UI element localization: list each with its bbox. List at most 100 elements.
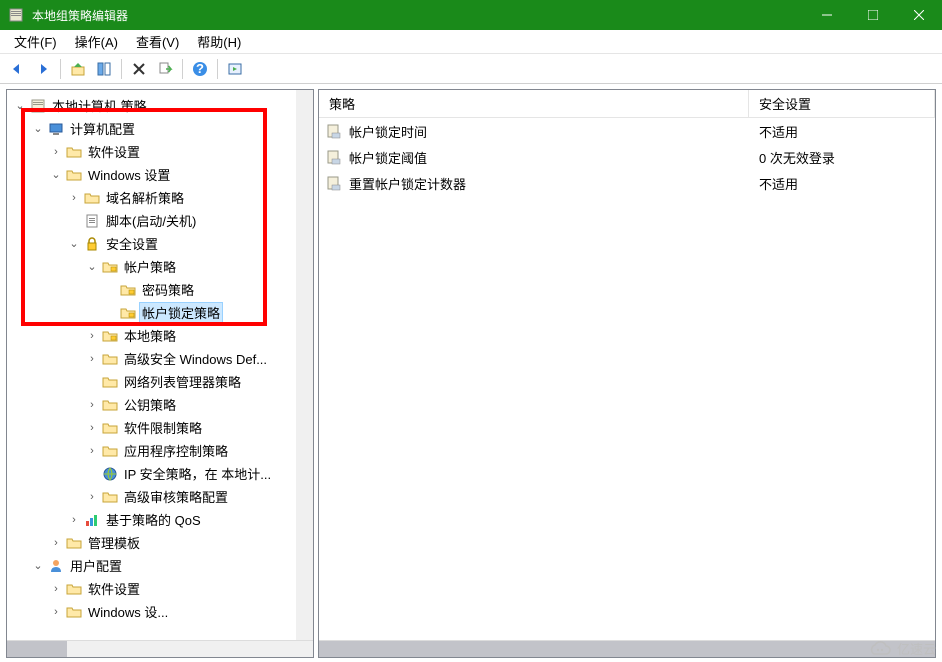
tree-public-key[interactable]: › 公钥策略 <box>7 393 313 416</box>
tree-scroll[interactable]: ⌄ 本地计算机 策略 ⌄ 计算机配置 › 软件设置 ⌄ <box>7 90 313 640</box>
menu-help[interactable]: 帮助(H) <box>189 30 249 53</box>
tree-adv-audit[interactable]: › 高级审核策略配置 <box>7 485 313 508</box>
expand-toggle[interactable]: › <box>83 353 101 365</box>
expand-toggle[interactable]: ⌄ <box>11 99 29 112</box>
tree-local-policy[interactable]: › 本地策略 <box>7 324 313 347</box>
tree-computer-config[interactable]: ⌄ 计算机配置 <box>7 117 313 140</box>
tree-network-list[interactable]: › 网络列表管理器策略 <box>7 370 313 393</box>
expand-toggle[interactable]: › <box>83 491 101 503</box>
column-header-setting[interactable]: 安全设置 <box>749 90 935 117</box>
expand-toggle[interactable]: › <box>47 537 65 549</box>
tree-user-config[interactable]: ⌄ 用户配置 <box>7 554 313 577</box>
detail-horizontal-scrollbar[interactable] <box>319 640 935 657</box>
tree-label: 帐户锁定策略 <box>139 302 223 323</box>
expand-toggle[interactable]: ⌄ <box>47 168 65 181</box>
expand-toggle[interactable]: ⌄ <box>29 559 47 572</box>
tree-label: 网络列表管理器策略 <box>121 371 244 392</box>
tree-windows-settings[interactable]: ⌄ Windows 设置 <box>7 163 313 186</box>
folder-icon <box>65 580 83 598</box>
tree-root-node[interactable]: ⌄ 本地计算机 策略 <box>7 94 313 117</box>
window-title: 本地组策略编辑器 <box>32 7 796 24</box>
lock-icon <box>83 235 101 253</box>
close-button[interactable] <box>896 0 942 30</box>
run-button[interactable] <box>224 58 246 80</box>
toolbar: ? <box>0 54 942 84</box>
title-bar: 本地组策略编辑器 <box>0 0 942 30</box>
expand-toggle[interactable]: › <box>47 606 65 618</box>
tree-account-policy[interactable]: ⌄ 帐户策略 <box>7 255 313 278</box>
tree-label: 安全设置 <box>103 233 161 254</box>
expand-toggle[interactable]: › <box>47 583 65 595</box>
expand-toggle[interactable]: ⌄ <box>65 237 83 250</box>
expand-toggle[interactable]: › <box>83 445 101 457</box>
show-hide-button[interactable] <box>93 58 115 80</box>
policy-item-icon <box>325 122 343 140</box>
window-controls <box>804 0 942 30</box>
tree-software-settings-u[interactable]: › 软件设置 <box>7 577 313 600</box>
tree-software-restriction[interactable]: › 软件限制策略 <box>7 416 313 439</box>
policy-name: 重置帐户锁定计数器 <box>349 174 466 193</box>
tree-horizontal-scrollbar[interactable] <box>7 640 313 657</box>
tree-label: 高级审核策略配置 <box>121 486 231 507</box>
menu-bar: 文件(F) 操作(A) 查看(V) 帮助(H) <box>0 30 942 54</box>
tree-pane: ⌄ 本地计算机 策略 ⌄ 计算机配置 › 软件设置 ⌄ <box>6 89 314 658</box>
tree-label: 密码策略 <box>139 279 197 300</box>
detail-header: 策略 安全设置 <box>319 90 935 118</box>
back-button[interactable] <box>6 58 28 80</box>
expand-toggle[interactable]: › <box>65 514 83 526</box>
expand-toggle[interactable]: › <box>83 330 101 342</box>
folder-lock-icon <box>101 258 119 276</box>
expand-toggle[interactable]: › <box>83 422 101 434</box>
policy-row[interactable]: 帐户锁定时间 不适用 <box>319 118 935 144</box>
expand-toggle[interactable]: › <box>83 399 101 411</box>
folder-icon <box>65 166 83 184</box>
tree-label: 脚本(启动/关机) <box>103 210 199 231</box>
policy-name: 帐户锁定时间 <box>349 122 427 141</box>
delete-button[interactable] <box>128 58 150 80</box>
forward-button[interactable] <box>32 58 54 80</box>
tree-dns-policy[interactable]: › 域名解析策略 <box>7 186 313 209</box>
policy-row[interactable]: 帐户锁定阈值 0 次无效登录 <box>319 144 935 170</box>
policy-icon <box>29 97 47 115</box>
tree-qos[interactable]: › 基于策略的 QoS <box>7 508 313 531</box>
policy-item-icon <box>325 174 343 192</box>
folder-lock-icon <box>119 304 137 322</box>
tree-label: Windows 设... <box>85 601 171 622</box>
menu-file[interactable]: 文件(F) <box>6 30 65 53</box>
folder-icon <box>101 373 119 391</box>
detail-pane: 策略 安全设置 帐户锁定时间 不适用 帐户锁定阈值 0 次无效登录 <box>318 89 936 658</box>
tree-security-settings[interactable]: ⌄ 安全设置 <box>7 232 313 255</box>
policy-row[interactable]: 重置帐户锁定计数器 不适用 <box>319 170 935 196</box>
expand-toggle[interactable]: › <box>65 192 83 204</box>
tree-label: 计算机配置 <box>67 118 138 139</box>
menu-action[interactable]: 操作(A) <box>67 30 126 53</box>
column-header-policy[interactable]: 策略 <box>319 90 749 117</box>
minimize-button[interactable] <box>804 0 850 30</box>
tree-label: 用户配置 <box>67 555 125 576</box>
expand-toggle[interactable]: ⌄ <box>83 260 101 273</box>
tree-software-settings[interactable]: › 软件设置 <box>7 140 313 163</box>
tree-adv-firewall[interactable]: › 高级安全 Windows Def... <box>7 347 313 370</box>
export-button[interactable] <box>154 58 176 80</box>
menu-view[interactable]: 查看(V) <box>128 30 187 53</box>
expand-toggle[interactable]: ⌄ <box>29 122 47 135</box>
app-icon <box>8 7 24 23</box>
tree-label: 软件设置 <box>85 141 143 162</box>
tree-vertical-scrollbar[interactable] <box>296 90 313 640</box>
tree-ip-security[interactable]: › IP 安全策略，在 本地计... <box>7 462 313 485</box>
policy-value: 0 次无效登录 <box>749 148 935 167</box>
folder-icon <box>83 189 101 207</box>
folder-icon <box>101 488 119 506</box>
help-button[interactable]: ? <box>189 58 211 80</box>
tree-scripts[interactable]: › 脚本(启动/关机) <box>7 209 313 232</box>
tree-admin-templates-c[interactable]: › 管理模板 <box>7 531 313 554</box>
tree-account-lockout-policy[interactable]: › 帐户锁定策略 <box>7 301 313 324</box>
tree-password-policy[interactable]: › 密码策略 <box>7 278 313 301</box>
tree-windows-settings-u[interactable]: › Windows 设... <box>7 600 313 623</box>
up-button[interactable] <box>67 58 89 80</box>
expand-toggle[interactable]: › <box>47 146 65 158</box>
computer-icon <box>47 120 65 138</box>
folder-icon <box>101 442 119 460</box>
tree-app-control[interactable]: › 应用程序控制策略 <box>7 439 313 462</box>
maximize-button[interactable] <box>850 0 896 30</box>
